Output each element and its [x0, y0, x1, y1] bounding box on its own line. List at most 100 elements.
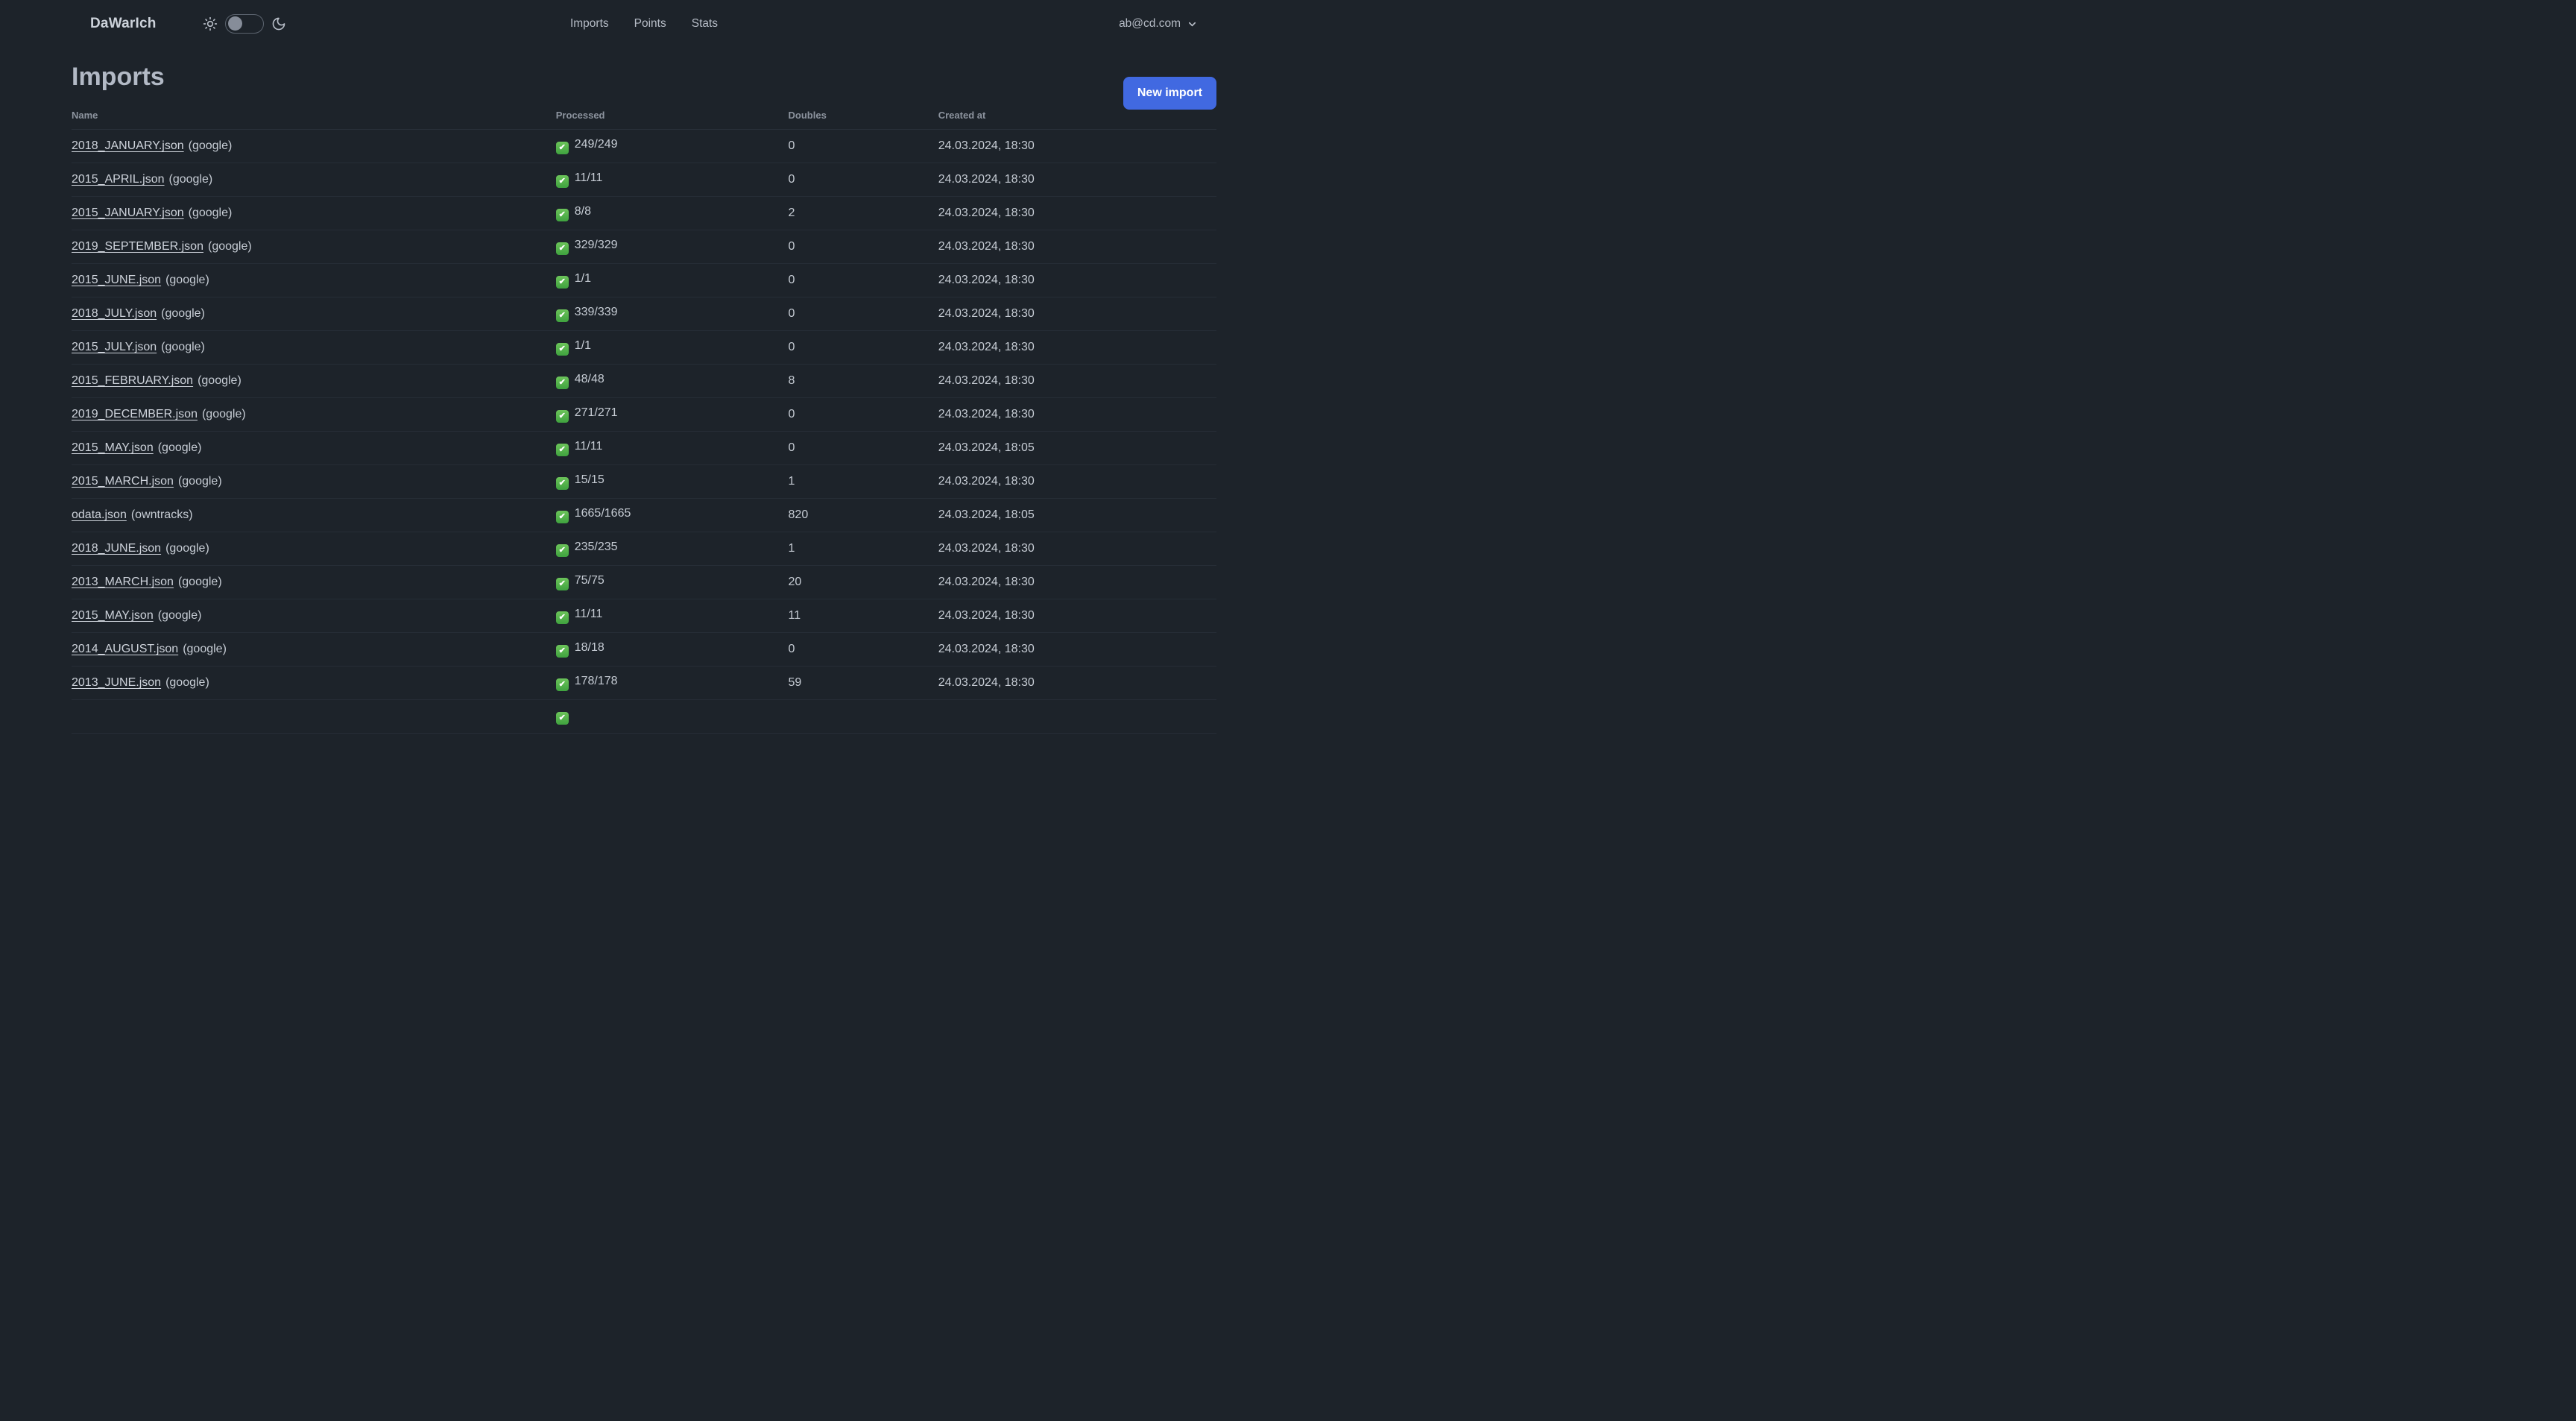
table-row: 2019_SEPTEMBER.json (google) 329/329 0 24…: [72, 230, 1216, 265]
success-check-icon: [555, 175, 569, 189]
theme-toggle-switch[interactable]: [224, 14, 264, 34]
column-header-name: Name: [72, 105, 556, 130]
import-source: (google): [165, 542, 209, 555]
name-cell: 2015_MAY.json (google): [72, 599, 556, 634]
import-file-link[interactable]: 2015_JUNE.json: [72, 274, 161, 286]
processed-count: 249/249: [574, 138, 618, 151]
processed-cell: 329/329: [555, 230, 789, 265]
success-check-icon: [555, 343, 569, 356]
processed-count: 8/8: [574, 205, 591, 218]
processed-count: 339/339: [574, 306, 618, 319]
success-check-icon: [555, 142, 569, 155]
table-row: 2018_JANUARY.json (google) 249/249 0 24.0…: [72, 129, 1216, 164]
created-at-cell: 24.03.2024, 18:30: [938, 666, 1216, 701]
main-nav: Imports Points Stats: [570, 17, 718, 31]
success-check-icon: [555, 578, 569, 591]
table-row: 2015_JANUARY.json (google) 8/8 2 24.03.20…: [72, 196, 1216, 231]
table-row: 2019_DECEMBER.json(google) 271/271 0 24.…: [72, 397, 1216, 432]
import-file-link[interactable]: 2015_FEBRUARY.json: [72, 374, 193, 387]
app-logo[interactable]: DaWarIch: [90, 16, 157, 32]
name-cell: 2015_MAY.json (google): [72, 431, 556, 466]
processed-count: 271/271: [574, 406, 618, 420]
created-at-cell: 24.03.2024, 18:30: [938, 263, 1216, 298]
nav-link-stats[interactable]: Stats: [692, 17, 718, 31]
name-cell: 2019_SEPTEMBER.json (google): [72, 230, 556, 265]
name-cell: 2013_MARCH.json (google): [72, 565, 556, 600]
processed-cell: 178/178: [555, 666, 789, 701]
created-at-cell: [938, 699, 1216, 734]
processed-count: 1/1: [574, 272, 591, 286]
page-title: Imports: [72, 63, 165, 91]
processed-count: 1/1: [574, 339, 591, 353]
table-row: 2018_JULY.json (google) 339/339 0 24.03.2…: [72, 297, 1216, 332]
processed-cell: 11/11: [555, 599, 789, 634]
import-file-link[interactable]: 2018_JANUARY.json: [72, 139, 184, 152]
processed-count: 329/329: [574, 239, 618, 252]
import-file-link[interactable]: 2019_DECEMBER.json: [72, 408, 198, 420]
column-header-processed: Processed: [555, 105, 789, 130]
processed-cell: 11/11: [555, 163, 789, 198]
doubles-cell: 0: [788, 330, 938, 365]
table-row: 2015_JULY.json (google) 1/1 0 24.03.2024,…: [72, 330, 1216, 365]
success-check-icon: [555, 678, 569, 692]
table-row: 2014_AUGUST.json (google) 18/18 0 24.03.2…: [72, 632, 1216, 667]
new-import-button[interactable]: New import: [1123, 77, 1216, 110]
import-source: (google): [157, 609, 202, 623]
processed-count: 235/235: [574, 541, 618, 554]
name-cell: [72, 699, 556, 734]
doubles-cell: 59: [788, 666, 938, 701]
imports-page: Imports New import Name Processed Double…: [0, 63, 1288, 734]
import-file-link[interactable]: 2015_JULY.json: [72, 341, 157, 353]
name-cell: 2018_JULY.json (google): [72, 297, 556, 332]
import-file-link[interactable]: 2015_MAY.json: [72, 441, 154, 454]
success-check-icon: [555, 477, 569, 491]
processed-cell: 1665/1665: [555, 498, 789, 533]
table-row: 2013_JUNE.json (google) 178/178 59 24.03.…: [72, 666, 1216, 701]
table-row: 2015_MAY.json(google) 11/11 0 24.03.2024…: [72, 431, 1216, 466]
import-file-link[interactable]: 2013_JUNE.json: [72, 676, 161, 689]
import-source: (google): [157, 441, 202, 455]
doubles-cell: 0: [788, 163, 938, 198]
import-file-link[interactable]: 2019_SEPTEMBER.json: [72, 240, 203, 253]
column-header-doubles: Doubles: [788, 105, 938, 130]
import-file-link[interactable]: 2018_JULY.json: [72, 307, 157, 320]
account-menu[interactable]: ab@cd.com: [1119, 17, 1198, 31]
table-row: 2015_MARCH.json(google) 15/15 1 24.03.20…: [72, 464, 1216, 500]
import-file-link[interactable]: 2015_JANUARY.json: [72, 207, 184, 219]
import-file-link[interactable]: 2015_MAY.json: [72, 609, 154, 622]
success-check-icon: [555, 209, 569, 222]
created-at-cell: 24.03.2024, 18:30: [938, 129, 1216, 164]
created-at-cell: 24.03.2024, 18:30: [938, 230, 1216, 265]
processed-count: 15/15: [574, 473, 604, 487]
success-check-icon: [555, 376, 569, 390]
import-file-link[interactable]: 2014_AUGUST.json: [72, 643, 178, 655]
name-cell: odata.json (owntracks): [72, 498, 556, 533]
processed-cell: 8/8: [555, 196, 789, 231]
success-check-icon: [555, 611, 569, 625]
table-row: 2015_FEBRUARY.json (google) 48/48 8 24.03…: [72, 364, 1216, 399]
doubles-cell: 0: [788, 632, 938, 667]
import-file-link[interactable]: 2015_APRIL.json: [72, 173, 165, 186]
processed-count: 75/75: [574, 574, 604, 587]
nav-link-points[interactable]: Points: [634, 17, 666, 31]
table-row: 2015_JUNE.json (google) 1/1 0 24.03.2024,…: [72, 263, 1216, 298]
import-source: (google): [161, 307, 205, 321]
name-cell: 2015_JANUARY.json (google): [72, 196, 556, 231]
name-cell: 2015_JUNE.json (google): [72, 263, 556, 298]
created-at-cell: 24.03.2024, 18:30: [938, 297, 1216, 332]
import-file-link[interactable]: 2013_MARCH.json: [72, 576, 174, 588]
doubles-cell: 0: [788, 230, 938, 265]
import-file-link[interactable]: 2018_JUNE.json: [72, 542, 161, 555]
processed-cell: 48/48: [555, 364, 789, 399]
chevron-down-icon: [1187, 19, 1198, 30]
import-file-link[interactable]: odata.json: [72, 508, 127, 521]
import-source: (google): [165, 676, 209, 690]
theme-toggle-knob: [227, 16, 242, 31]
import-file-link[interactable]: 2015_MARCH.json: [72, 475, 174, 488]
import-source: (google): [165, 274, 209, 287]
processed-cell: [555, 699, 789, 734]
nav-link-imports[interactable]: Imports: [570, 17, 609, 31]
created-at-cell: 24.03.2024, 18:30: [938, 196, 1216, 231]
created-at-cell: 24.03.2024, 18:30: [938, 364, 1216, 399]
doubles-cell: 1: [788, 532, 938, 567]
